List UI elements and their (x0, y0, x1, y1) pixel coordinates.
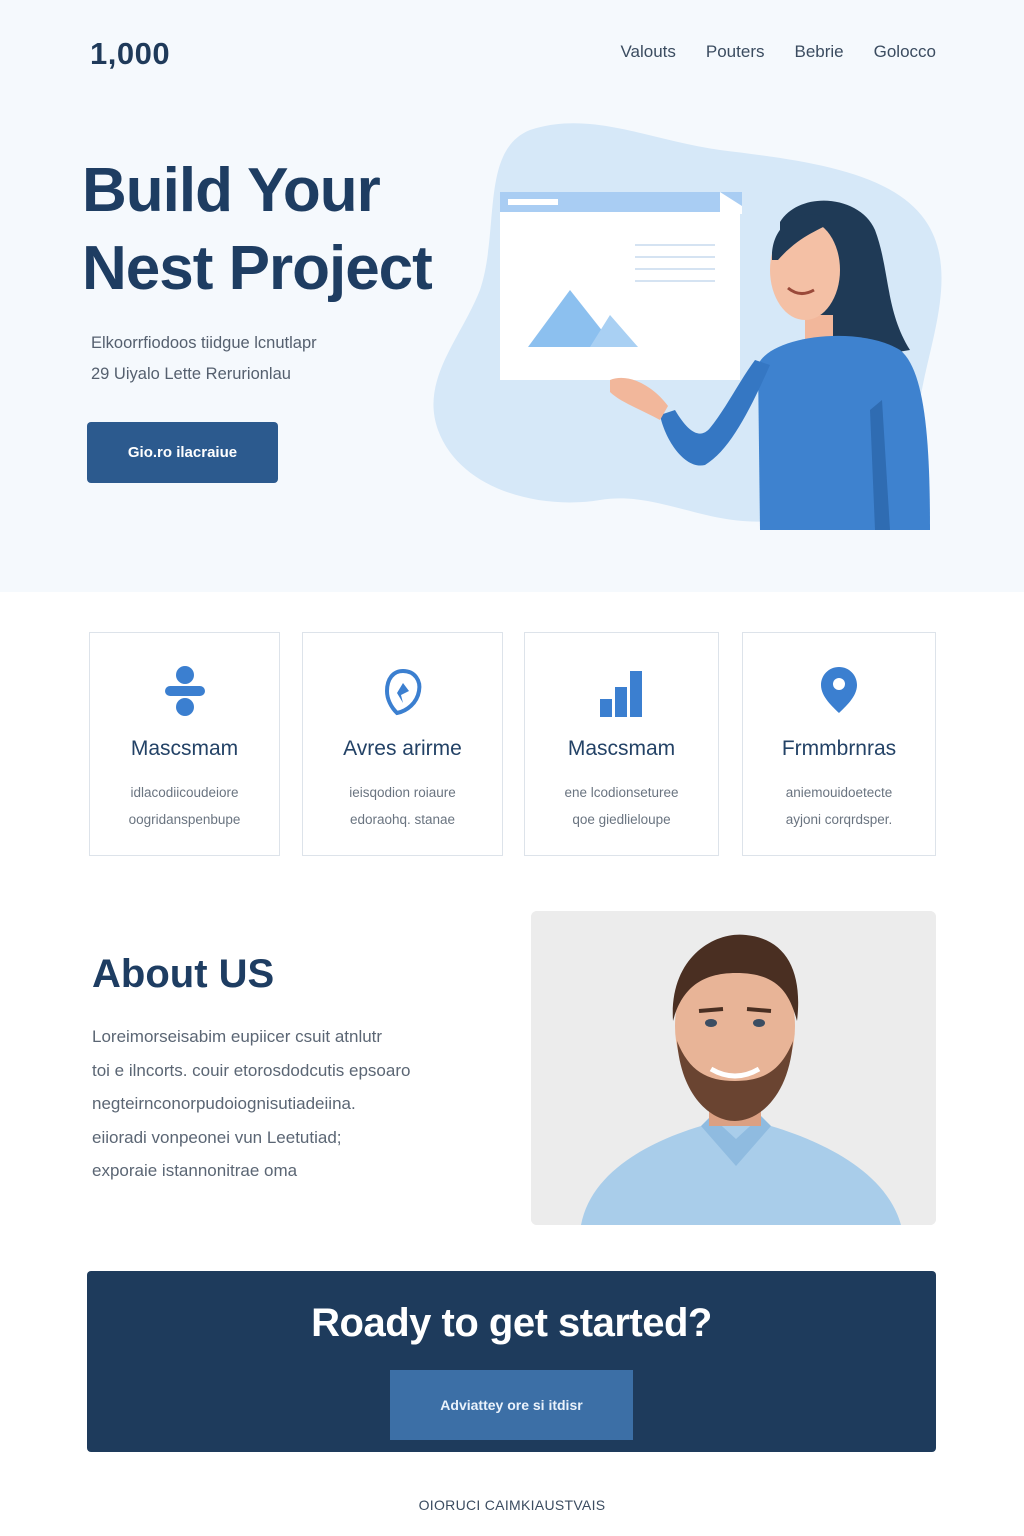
logo[interactable]: 1,000 (90, 36, 170, 72)
about-photo (531, 911, 936, 1225)
browser-window-icon (500, 192, 742, 380)
feature-title: Avres arirme (343, 737, 462, 760)
about-line: Loreimorseisabim eupiicer csuit atnlutr (92, 1027, 383, 1046)
nav-link-1[interactable]: Valouts (620, 42, 675, 62)
cta-banner: Roady to get started? Adviattey ore si i… (87, 1271, 936, 1452)
cta-button[interactable]: Adviattey ore si itdisr (390, 1370, 633, 1440)
about-line: toi e ilncorts. couir etorosdodcutis eps… (92, 1060, 411, 1080)
feature-desc-line2: ayjoni corqrdsper. (785, 812, 893, 827)
feature-card-3[interactable]: Mascsmam ene lcodionseturee qoe giedliel… (524, 632, 719, 856)
hero-cta-button[interactable]: Gio.ro ilacraiue (87, 422, 278, 483)
feature-title: Mascsmam (567, 737, 676, 760)
main-nav: Valouts Pouters Bebrie Golocco (620, 42, 936, 62)
about-line: negteirnconorpudoiognisutiadeiina. (92, 1094, 356, 1113)
hero-title-line2: Nest Project (82, 234, 433, 303)
hero-subtitle-line1: Elkoorrfiodoos tiidgue lcnutlapr (91, 334, 317, 352)
feature-desc: idlacodiicoudeiore oogridanspenbupe (104, 779, 265, 833)
feature-desc-line1: idlacodiicoudeiore (130, 785, 239, 800)
feature-desc: ieisqodion roiaure edoraohq. stanae (317, 779, 488, 833)
feature-card-2[interactable]: Avres arirme ieisqodion roiaure edoraohq… (302, 632, 503, 856)
feature-desc-line1: ieisqodion roiaure (349, 785, 456, 800)
footer-text: OIORUCI CAIMKIAUSTVAIS (418, 1497, 606, 1513)
hero-section: 1,000 Valouts Pouters Bebrie Golocco Bui… (0, 0, 1024, 592)
feature-desc-line2: edoraohq. stanae (349, 812, 456, 827)
about-line: eiioradi vonpeonei vun Leetutiad; (92, 1127, 342, 1147)
person-portrait (531, 911, 936, 1225)
map-pin-icon (743, 663, 935, 723)
about-title: About US (92, 952, 275, 996)
about-text: Loreimorseisabim eupiicer csuit atnlutr … (92, 1020, 492, 1188)
feature-desc: ene lcodionseturee qoe giedlieloupe (539, 779, 704, 833)
bar-chart-icon (525, 663, 718, 723)
nav-link-3[interactable]: Bebrie (794, 42, 843, 62)
plus-shapes-icon (90, 663, 279, 723)
cta-title: Roady to get started? (311, 1301, 712, 1345)
feature-desc-line2: qoe giedlieloupe (572, 812, 671, 827)
nav-link-2[interactable]: Pouters (706, 42, 765, 62)
feature-card-1[interactable]: Mascsmam idlacodiicoudeiore oogridanspen… (89, 632, 280, 856)
feature-desc: aniemouidoetecte ayjoni corqrdsper. (757, 779, 921, 833)
hero-subtitle-line2: 29 Uiyalo Lette Rerurionlau (91, 365, 291, 383)
features-section: Mascsmam idlacodiicoudeiore oogridanspen… (0, 632, 1024, 856)
feature-desc-line1: ene lcodionseturee (564, 785, 679, 800)
hero-illustration (433, 123, 942, 530)
about-line: exporaie istannonitrae oma (92, 1161, 298, 1180)
feature-desc-line1: aniemouidoetecte (785, 785, 893, 800)
feature-title: Frmmbrnras (781, 737, 897, 760)
feature-desc-line2: oogridanspenbupe (128, 812, 241, 827)
hero-subtitle: Elkoorrfiodoos tiidgue lcnutlapr 29 Uiya… (91, 328, 421, 390)
shield-pin-icon (303, 663, 502, 723)
nav-link-4[interactable]: Golocco (874, 42, 936, 62)
hero-title-line1: Build Your (82, 156, 381, 225)
feature-card-4[interactable]: Frmmbrnras aniemouidoetecte ayjoni corqr… (742, 632, 936, 856)
feature-title: Mascsmam (130, 737, 239, 760)
